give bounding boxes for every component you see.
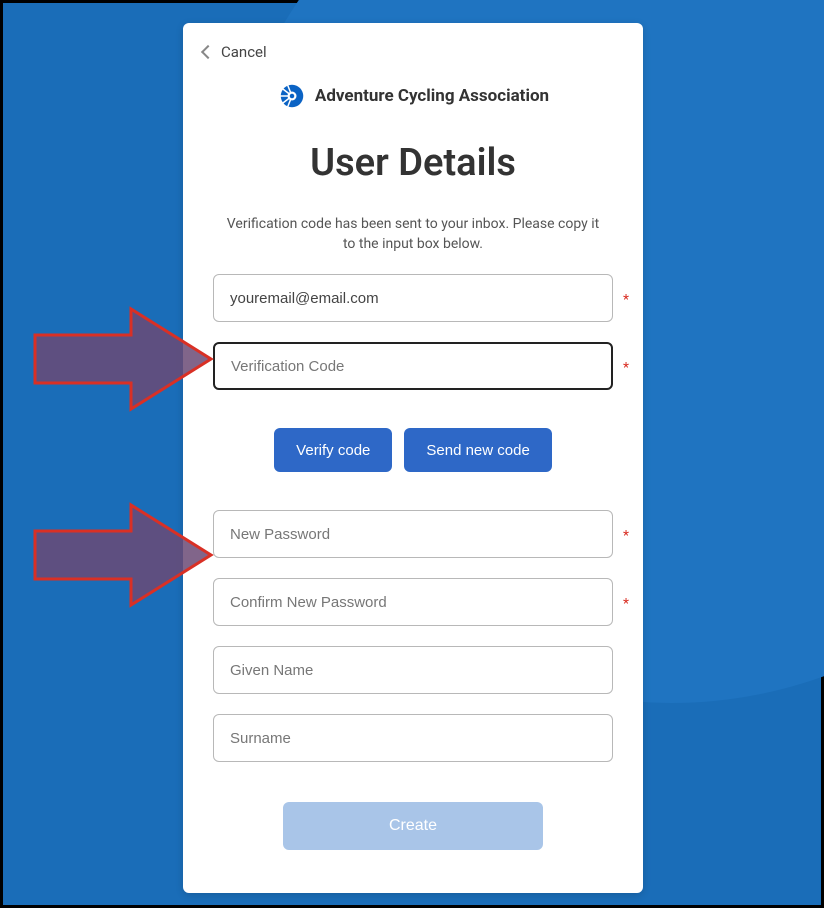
form-card: Cancel [183, 23, 643, 893]
confirm-password-field-wrap: * [183, 578, 643, 626]
verification-code-field-wrap: * [183, 342, 643, 390]
verify-code-button[interactable]: Verify code [274, 428, 392, 472]
required-asterisk: * [623, 292, 629, 308]
cancel-button[interactable]: Cancel [183, 43, 643, 71]
create-button[interactable]: Create [283, 802, 543, 850]
verification-button-row: Verify code Send new code [183, 428, 643, 472]
verification-code-field[interactable] [213, 342, 613, 390]
info-message: Verification code has been sent to your … [183, 215, 643, 254]
brand-logo-icon [277, 81, 307, 111]
page-title: User Details [183, 141, 643, 185]
new-password-field-wrap: * [183, 510, 643, 558]
required-asterisk: * [623, 360, 629, 376]
chevron-left-icon [201, 45, 215, 59]
send-new-code-button[interactable]: Send new code [404, 428, 551, 472]
required-asterisk: * [623, 528, 629, 544]
email-field[interactable] [213, 274, 613, 322]
confirm-password-field[interactable] [213, 578, 613, 626]
given-name-field-wrap [183, 646, 643, 694]
brand-logo-row: Adventure Cycling Association [183, 81, 643, 111]
surname-field[interactable] [213, 714, 613, 762]
surname-field-wrap [183, 714, 643, 762]
given-name-field[interactable] [213, 646, 613, 694]
required-asterisk: * [623, 596, 629, 612]
brand-name: Adventure Cycling Association [315, 86, 549, 106]
cancel-label: Cancel [221, 43, 267, 61]
new-password-field[interactable] [213, 510, 613, 558]
email-field-wrap: * [183, 274, 643, 322]
